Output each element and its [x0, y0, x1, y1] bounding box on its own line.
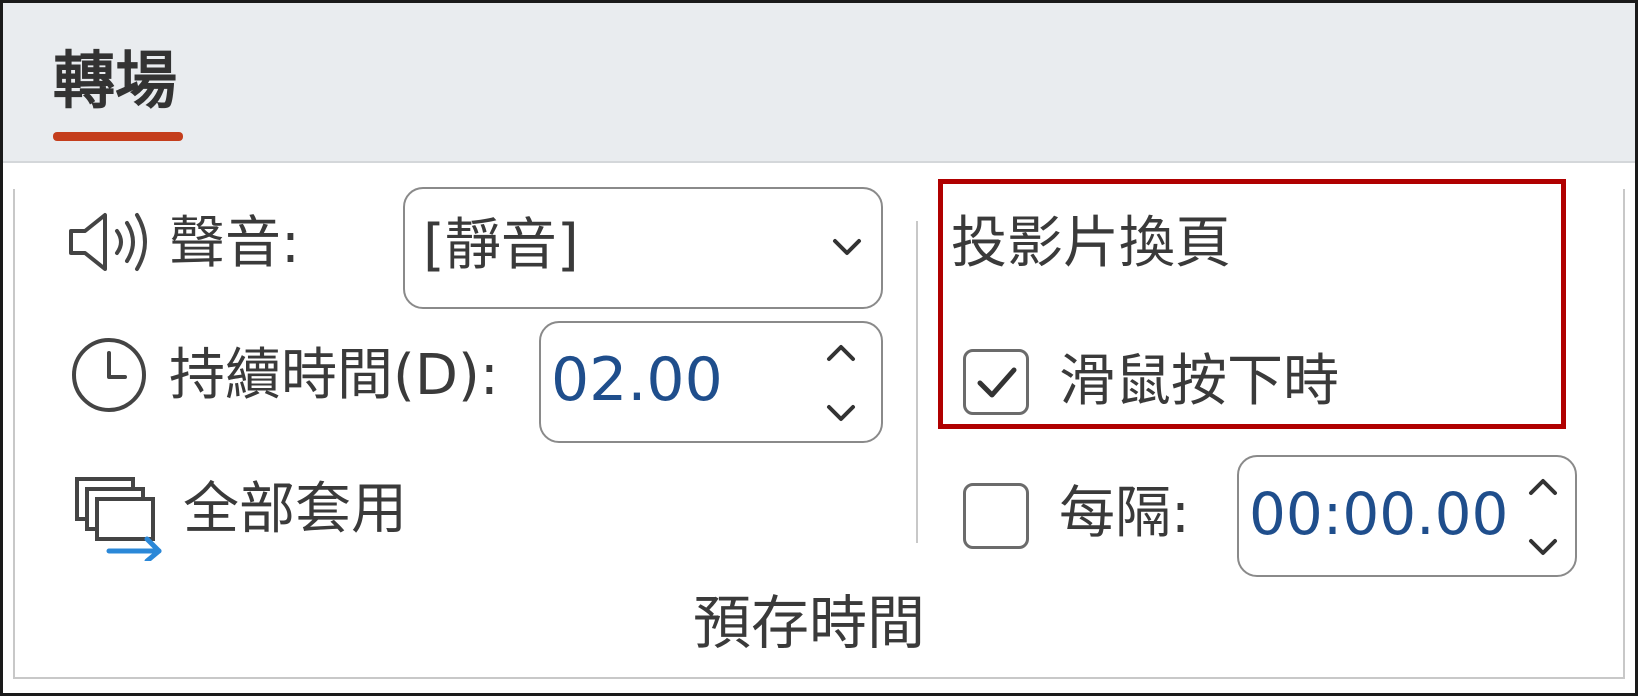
- on-mouse-click-label: 滑鼠按下時: [1059, 349, 1339, 414]
- duration-spinner[interactable]: 02.00: [539, 321, 883, 443]
- after-label: 每隔:: [1059, 481, 1190, 546]
- checkmark-icon: [977, 367, 1017, 398]
- spinner-arrows-icon[interactable]: [1525, 475, 1561, 559]
- sound-label: 聲音:: [169, 211, 300, 276]
- group-divider: [916, 221, 918, 543]
- clock-icon: [72, 338, 146, 412]
- after-option[interactable]: 每隔:: [963, 479, 1203, 559]
- after-checkbox[interactable]: [963, 483, 1029, 549]
- chevron-down-icon: [833, 239, 861, 255]
- tab-active-underline: [53, 132, 183, 141]
- group-label: 預存時間: [693, 589, 926, 657]
- sound-dropdown[interactable]: [靜音]: [403, 187, 883, 309]
- tab-transitions[interactable]: 轉場: [53, 41, 193, 141]
- on-mouse-click-option[interactable]: 滑鼠按下時: [963, 343, 1383, 423]
- apply-to-all-button[interactable]: 全部套用: [73, 471, 443, 561]
- on-mouse-click-checkbox[interactable]: [963, 349, 1029, 415]
- after-time-spinner[interactable]: 00:00.00: [1237, 455, 1577, 577]
- after-time-value: 00:00.00: [1249, 480, 1509, 548]
- apply-to-all-icon: [75, 477, 162, 561]
- tab-label: 轉場: [53, 44, 178, 117]
- ribbon-tab-bar: 轉場: [3, 3, 1635, 163]
- apply-to-all-label: 全部套用: [183, 477, 407, 542]
- spinner-arrows-icon[interactable]: [823, 341, 859, 425]
- transitions-panel: 轉場 聲音: [靜音] 持續時間(D): 02.00 全部套用 投影片換頁 滑鼠…: [0, 0, 1638, 696]
- duration-label: 持續時間(D):: [169, 343, 499, 408]
- duration-value: 02.00: [551, 345, 723, 415]
- speaker-icon: [69, 213, 147, 271]
- sound-dropdown-value: [靜音]: [423, 213, 579, 278]
